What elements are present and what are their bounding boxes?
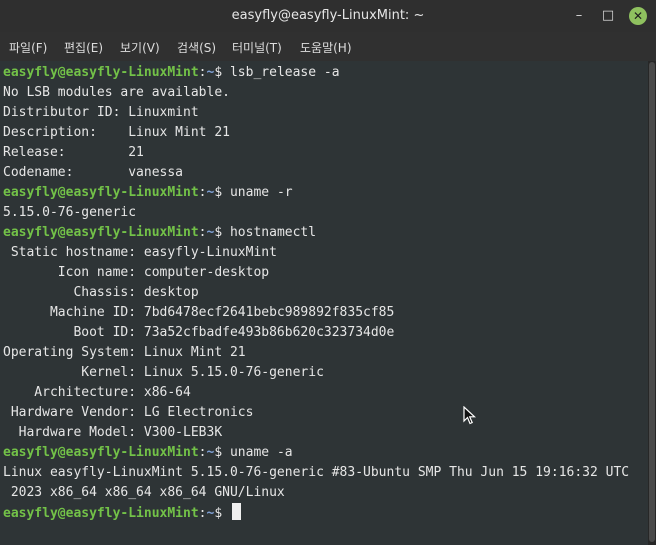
prompt-symbol: $ bbox=[214, 65, 230, 80]
output-line: Architecture: x86-64 bbox=[3, 385, 191, 400]
scrollbar-thumb[interactable] bbox=[649, 62, 655, 542]
prompt-line: easyfly@easyfly-LinuxMint:~$ hostnamectl bbox=[3, 223, 316, 243]
maximize-button[interactable]: □ bbox=[599, 7, 617, 25]
terminal-output[interactable]: easyfly@easyfly-LinuxMint:~$ lsb_release… bbox=[0, 61, 648, 545]
prompt-separator: : bbox=[198, 185, 207, 200]
title-bar[interactable]: easyfly@easyfly-LinuxMint: ~ – □ ✕ bbox=[0, 0, 656, 32]
output-line: No LSB modules are available. bbox=[3, 85, 230, 100]
prompt-separator: : bbox=[198, 225, 207, 240]
menu-terminal[interactable]: 터미널(T) bbox=[232, 39, 282, 56]
close-button[interactable]: ✕ bbox=[629, 7, 647, 25]
prompt-line: easyfly@easyfly-LinuxMint:~$ lsb_release… bbox=[3, 63, 340, 83]
text-cursor bbox=[231, 503, 241, 520]
output-line: Operating System: Linux Mint 21 bbox=[3, 345, 246, 360]
prompt-user: easyfly@easyfly-LinuxMint bbox=[3, 506, 199, 521]
minimize-button[interactable]: – bbox=[570, 7, 588, 25]
command-text: hostnamectl bbox=[229, 225, 317, 240]
prompt-user: easyfly@easyfly-LinuxMint bbox=[3, 225, 199, 240]
menu-bar: 파일(F) 편집(E) 보기(V) 검색(S) 터미널(T) 도움말(H) bbox=[0, 32, 656, 61]
prompt-line: easyfly@easyfly-LinuxMint:~$ bbox=[3, 503, 241, 523]
prompt-separator: : bbox=[198, 445, 207, 460]
prompt-separator: : bbox=[198, 506, 207, 521]
prompt-line: easyfly@easyfly-LinuxMint:~$ uname -r bbox=[3, 183, 293, 203]
output-line: Linux easyfly-LinuxMint 5.15.0-76-generi… bbox=[3, 465, 630, 480]
output-line: Icon name: computer-desktop bbox=[3, 265, 270, 280]
output-line: Description: Linux Mint 21 bbox=[3, 125, 230, 140]
output-line: Static hostname: easyfly-LinuxMint bbox=[3, 245, 277, 260]
output-line: Hardware Model: V300-LEB3K bbox=[3, 425, 223, 440]
output-line: Machine ID: 7bd6478ecf2641bebc989892f835… bbox=[3, 305, 395, 320]
prompt-user: easyfly@easyfly-LinuxMint bbox=[3, 445, 199, 460]
output-line: Boot ID: 73a52cfbadfe493b86b620c323734d0… bbox=[3, 325, 395, 340]
output-line: Distributor ID: Linuxmint bbox=[3, 105, 199, 120]
menu-file[interactable]: 파일(F) bbox=[9, 39, 47, 56]
menu-help[interactable]: 도움말(H) bbox=[300, 39, 352, 56]
command-text: uname -a bbox=[229, 445, 293, 460]
command-text: lsb_release -a bbox=[229, 65, 340, 80]
output-line: Chassis: desktop bbox=[3, 285, 199, 300]
prompt-user: easyfly@easyfly-LinuxMint bbox=[3, 65, 199, 80]
prompt-user: easyfly@easyfly-LinuxMint bbox=[3, 185, 199, 200]
menu-edit[interactable]: 편집(E) bbox=[64, 39, 103, 56]
output-line: Release: 21 bbox=[3, 145, 144, 160]
prompt-separator: : bbox=[198, 65, 207, 80]
output-line: Hardware Vendor: LG Electronics bbox=[3, 405, 254, 420]
window-title: easyfly@easyfly-LinuxMint: ~ bbox=[231, 8, 425, 23]
prompt-symbol: $ bbox=[214, 225, 230, 240]
prompt-symbol: $ bbox=[214, 506, 230, 521]
menu-view[interactable]: 보기(V) bbox=[120, 39, 160, 56]
output-line: 2023 x86_64 x86_64 x86_64 GNU/Linux bbox=[3, 485, 285, 500]
output-line: Kernel: Linux 5.15.0-76-generic bbox=[3, 365, 324, 380]
prompt-symbol: $ bbox=[214, 445, 230, 460]
mouse-pointer-icon bbox=[463, 406, 477, 425]
command-text: uname -r bbox=[229, 185, 293, 200]
menu-search[interactable]: 검색(S) bbox=[177, 39, 216, 56]
output-line: 5.15.0-76-generic bbox=[3, 205, 137, 220]
output-line: Codename: vanessa bbox=[3, 165, 184, 180]
prompt-symbol: $ bbox=[214, 185, 230, 200]
terminal-window: easyfly@easyfly-LinuxMint: ~ – □ ✕ 파일(F)… bbox=[0, 0, 656, 545]
prompt-line: easyfly@easyfly-LinuxMint:~$ uname -a bbox=[3, 443, 293, 463]
